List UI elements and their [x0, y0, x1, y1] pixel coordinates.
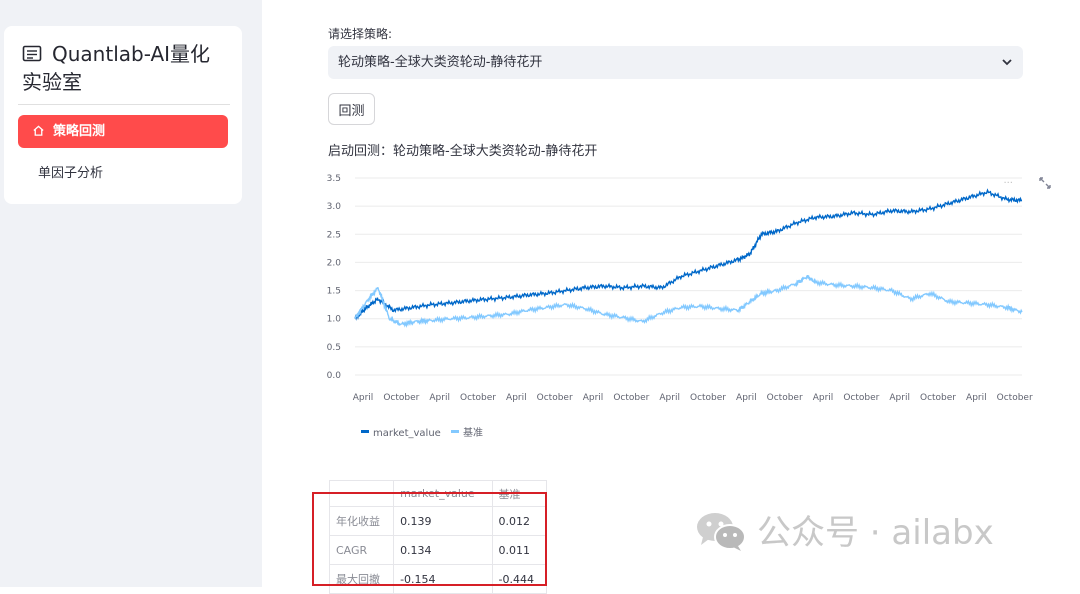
x-tick-label: April: [736, 393, 757, 403]
x-tick-label: October: [460, 393, 496, 403]
x-tick-label: April: [353, 393, 374, 403]
x-tick-label: October: [920, 393, 956, 403]
x-tick-label: April: [813, 393, 834, 403]
wechat-icon: [697, 513, 746, 551]
select-label: 请选择策略:: [328, 27, 393, 41]
x-tick-label: April: [583, 393, 604, 403]
home-icon: [33, 125, 44, 136]
book-icon: [22, 45, 42, 62]
x-tick-label: April: [889, 393, 910, 403]
strategy-select[interactable]: 轮动策略-全球大类资轮动-静待花开: [328, 46, 1023, 79]
chevron-down-icon: [1002, 59, 1012, 66]
y-tick-label: 3.0: [327, 202, 342, 212]
legend-label: market_value: [373, 428, 441, 439]
x-tick-label: April: [966, 393, 987, 403]
x-tick-label: April: [429, 393, 450, 403]
x-tick-label: October: [613, 393, 649, 403]
watermark: 公众号 · ailabx: [695, 505, 994, 554]
y-tick-label: 0.0: [327, 371, 342, 381]
series-line: [354, 274, 1023, 329]
x-tick-label: October: [997, 393, 1033, 403]
status-text: 启动回测：轮动策略-全球大类资轮动-静待花开: [328, 144, 598, 159]
chart-menu-icon: ···: [1003, 178, 1013, 189]
expand-icon[interactable]: [1038, 176, 1052, 190]
x-tick-label: October: [843, 393, 879, 403]
x-tick-label: October: [690, 393, 726, 403]
x-tick-label: October: [383, 393, 419, 403]
y-tick-label: 2.0: [327, 258, 342, 268]
backtest-chart: 0.0 0.5 1.0 1.5 2.0 2.5 3.0 3.5 April October Apri…: [327, 174, 1033, 439]
y-tick-label: 3.5: [327, 174, 341, 184]
x-tick-label: April: [506, 393, 527, 403]
backtest-button[interactable]: 回测: [328, 93, 375, 125]
sidebar-item-label: 策略回测: [53, 124, 106, 139]
x-tick-label: October: [537, 393, 573, 403]
x-tick-label: April: [659, 393, 680, 403]
sidebar-item-backtest[interactable]: 策略回测: [18, 115, 228, 148]
sidebar-divider: [18, 104, 230, 105]
app-title: Quantlab-AI量化实验室: [22, 40, 222, 96]
legend-swatch: [451, 430, 459, 433]
x-tick-label: October: [767, 393, 803, 403]
y-tick-label: 0.5: [327, 343, 341, 353]
y-tick-label: 1.5: [327, 287, 341, 297]
y-tick-label: 2.5: [327, 230, 341, 240]
highlight-box: [312, 492, 547, 586]
strategy-select-value: 轮动策略-全球大类资轮动-静待花开: [338, 55, 543, 70]
legend-swatch: [361, 430, 369, 433]
series-line: [354, 188, 1023, 321]
watermark-text: 公众号 · ailabx: [757, 513, 994, 553]
sidebar-item-factor-analysis[interactable]: 单因子分析: [38, 162, 103, 181]
app-title-text: Quantlab-AI量化实验室: [22, 42, 211, 94]
legend-label: 基准: [463, 426, 483, 439]
y-tick-label: 1.0: [327, 315, 342, 325]
